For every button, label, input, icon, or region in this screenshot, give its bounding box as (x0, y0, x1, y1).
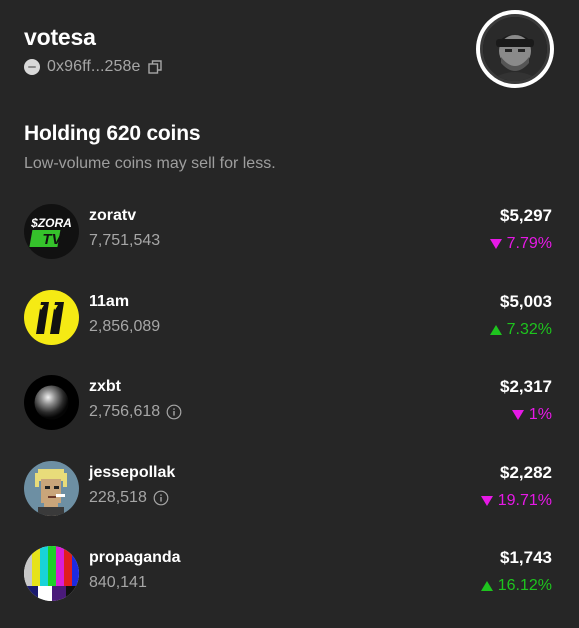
coin-change-value: 7.32% (506, 320, 552, 338)
coin-row-zoratv[interactable]: $ZORA TV zoratv 7,751,543 $5,297 7.79% (24, 200, 554, 286)
coin-change: 7.79% (489, 235, 552, 253)
triangle-up-icon (489, 324, 502, 335)
11am-logo-icon (24, 289, 79, 345)
coin-amount-value: 7,751,543 (89, 232, 161, 249)
coin-change-value: 7.79% (506, 235, 552, 252)
coin-change: 19.71% (480, 491, 552, 510)
coin-change-value: 1% (528, 406, 552, 423)
profile-avatar[interactable] (476, 10, 554, 88)
coin-value: $2,282 (500, 462, 552, 482)
coin-amount-value: 2,856,089 (89, 317, 161, 335)
coin-name: propaganda (89, 549, 181, 566)
person-beanie-avatar-icon (480, 14, 550, 84)
coin-value: $5,003 (500, 291, 552, 311)
coin-name: jessepollak (89, 463, 176, 481)
coin-row-jessepollak[interactable]: jessepollak 228,518 $2,282 19.71% (24, 457, 554, 543)
profile-header: votesa 0x96ff...258e (24, 10, 554, 92)
coin-amount: 840,141 (89, 574, 147, 592)
propaganda-tv-bars-icon (24, 546, 79, 601)
coin-change: 16.12% (480, 577, 552, 595)
coin-name: zoratv (89, 207, 137, 224)
wallet-address: 0x96ff...258e (47, 58, 141, 75)
coin-list: $ZORA TV zoratv 7,751,543 $5,297 7.79% 1… (24, 200, 554, 628)
coin-name: 11am (89, 292, 130, 310)
coin-change-value: 19.71% (497, 491, 552, 509)
wallet-avatar-icon (24, 59, 40, 75)
coin-value: $5,297 (500, 206, 552, 225)
coin-amount: 2,756,618 (89, 403, 182, 421)
coin-change: 7.32% (489, 320, 552, 339)
triangle-up-icon (480, 581, 493, 591)
coin-amount-value: 228,518 (89, 488, 147, 506)
wallet-address-row: 0x96ff...258e (24, 56, 162, 78)
coin-row-zxbt[interactable]: zxbt 2,756,618 $2,317 1% (24, 371, 554, 457)
zoratv-logo-tv: TV (42, 231, 63, 248)
coin-amount: 228,518 (89, 489, 169, 507)
holdings-subtitle: Low-volume coins may sell for less. (24, 155, 276, 172)
coin-amount: 7,751,543 (89, 232, 160, 250)
info-icon[interactable] (166, 404, 182, 420)
copy-icon[interactable] (147, 60, 162, 74)
zoratv-logo-text: $ZORA (30, 216, 72, 230)
holdings-title: Holding 620 coins (24, 122, 201, 145)
triangle-down-icon (489, 239, 502, 249)
profile-username: votesa (24, 24, 96, 50)
coin-amount-value: 2,756,618 (89, 403, 161, 420)
zoratv-logo-icon: $ZORA TV (24, 204, 79, 259)
coin-change-value: 16.12% (497, 577, 552, 594)
coin-row-11am[interactable]: 11am 2,856,089 $5,003 7.32% (24, 286, 554, 372)
coin-value: $1,743 (500, 548, 552, 567)
coin-amount: 2,856,089 (89, 318, 160, 336)
coin-name: zxbt (89, 378, 121, 395)
coin-amount-value: 840,141 (89, 574, 147, 591)
jessepollak-pixel-avatar-icon (24, 460, 79, 516)
info-icon[interactable] (153, 490, 169, 506)
coin-row-propaganda[interactable]: propaganda 840,141 $1,743 16.12% (24, 542, 554, 628)
triangle-down-icon (511, 410, 524, 420)
zxbt-logo-icon (24, 375, 79, 430)
triangle-down-icon (480, 495, 493, 506)
coin-change: 1% (511, 406, 552, 424)
coin-value: $2,317 (500, 377, 552, 396)
